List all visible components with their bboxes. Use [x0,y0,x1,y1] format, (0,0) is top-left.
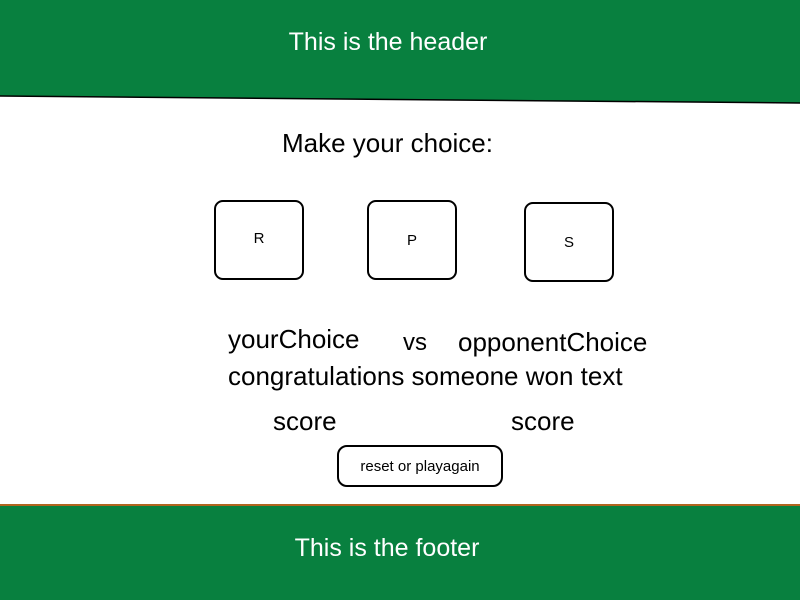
footer: This is the footer [0,504,800,600]
player-score: score [273,406,337,436]
paper-button[interactable]: P [367,200,457,280]
header-title: This is the header [288,28,488,56]
paper-button-label: P [406,231,417,249]
header: This is the header [0,0,800,104]
your-choice-text: yourChoice [228,324,360,354]
scissors-button-label: S [563,233,574,251]
opponent-choice-text: opponentChoice [458,327,648,357]
rock-button-label: R [253,229,265,247]
versus-text: vs [403,329,427,356]
scissors-button[interactable]: S [524,202,614,282]
result-text: congratulations someone won text [228,361,623,391]
reset-button[interactable]: reset or playagain [337,445,503,487]
choice-prompt: Make your choice: [282,128,493,158]
opponent-score: score [511,406,575,436]
footer-title: This is the footer [294,534,480,562]
rock-button[interactable]: R [214,200,304,280]
reset-button-label: reset or playagain [360,457,480,475]
